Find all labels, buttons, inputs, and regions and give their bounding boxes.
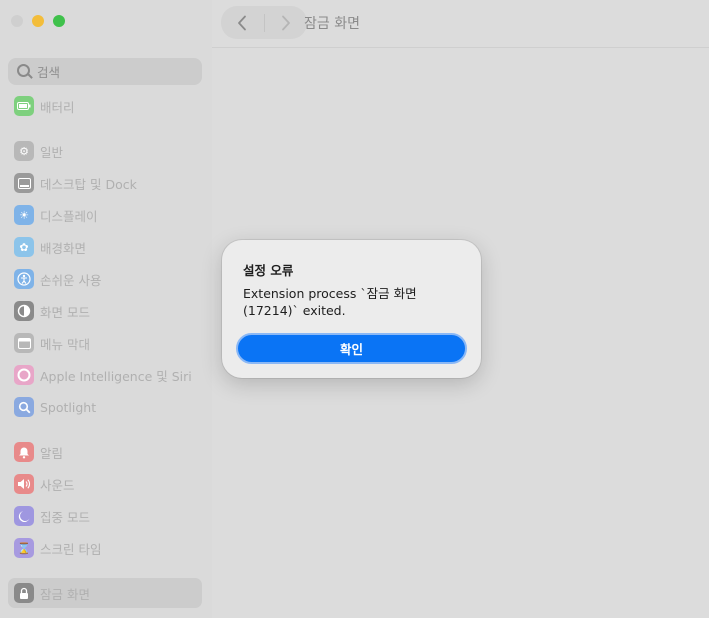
back-button[interactable] — [221, 6, 264, 39]
sidebar-item-label: Spotlight — [40, 399, 97, 415]
toolbar: 잠금 화면 — [212, 0, 709, 48]
siri-icon — [14, 365, 34, 385]
hourglass-icon: ⌛ — [14, 538, 34, 558]
sidebar-item-label: 메뉴 막대 — [40, 336, 90, 352]
sidebar-item-lock-screen[interactable]: 잠금 화면 — [8, 578, 202, 608]
confirm-button[interactable]: 확인 — [236, 333, 467, 364]
window-controls — [11, 15, 65, 27]
lock-icon — [14, 583, 34, 603]
sidebar: 검색 배터리 ⚙ 일반 데스크탑 및 Dock ☀ 디스플레이 ✿ 배경화면 손… — [0, 0, 212, 618]
sidebar-item-menubar[interactable]: 메뉴 막대 — [8, 328, 202, 358]
sidebar-item-label: 배경화면 — [40, 240, 87, 256]
search-icon — [14, 62, 34, 82]
navigation-buttons — [221, 6, 307, 39]
sidebar-item-general[interactable]: ⚙ 일반 — [8, 136, 202, 166]
gear-icon: ⚙ — [14, 141, 34, 161]
dock-icon — [14, 173, 34, 193]
zoom-button[interactable] — [53, 15, 65, 27]
sidebar-item-label: 화면 모드 — [40, 304, 90, 320]
sidebar-item-notifications[interactable]: 알림 — [8, 437, 202, 467]
accessibility-icon — [14, 269, 34, 289]
chevron-right-icon — [281, 15, 290, 30]
settings-window: 검색 배터리 ⚙ 일반 데스크탑 및 Dock ☀ 디스플레이 ✿ 배경화면 손… — [0, 0, 709, 618]
sidebar-item-label: 디스플레이 — [40, 208, 98, 224]
sun-icon: ☀ — [14, 205, 34, 225]
sidebar-item-label: Apple Intelligence 및 Siri — [40, 368, 192, 384]
search-field[interactable]: 검색 — [8, 58, 202, 85]
sidebar-item-wallpaper[interactable]: ✿ 배경화면 — [8, 232, 202, 262]
sidebar-item-label: 잠금 화면 — [40, 586, 90, 602]
sidebar-item-appearance[interactable]: 화면 모드 — [8, 296, 202, 326]
speaker-icon — [14, 474, 34, 494]
sidebar-item-focus[interactable]: 집중 모드 — [8, 501, 202, 531]
sidebar-item-label: 일반 — [40, 144, 64, 160]
chevron-left-icon — [238, 15, 247, 30]
page-title: 잠금 화면 — [304, 16, 360, 32]
close-button[interactable] — [11, 15, 23, 27]
sidebar-item-label: 알림 — [40, 445, 64, 461]
sidebar-item-accessibility[interactable]: 손쉬운 사용 — [8, 264, 202, 294]
search-input[interactable]: 검색 — [37, 62, 60, 81]
wallpaper-icon: ✿ — [14, 237, 34, 257]
sidebar-item-label: 데스크탑 및 Dock — [40, 176, 137, 192]
sidebar-item-displays[interactable]: ☀ 디스플레이 — [8, 200, 202, 230]
appearance-icon — [14, 301, 34, 321]
sidebar-item-label: 손쉬운 사용 — [40, 272, 102, 288]
battery-icon — [14, 96, 34, 116]
sidebar-item-apple-intelligence-siri[interactable]: Apple Intelligence 및 Siri — [8, 360, 202, 390]
sidebar-item-label: 배터리 — [40, 99, 75, 115]
sidebar-item-desktop-dock[interactable]: 데스크탑 및 Dock — [8, 168, 202, 198]
sidebar-item-battery[interactable]: 배터리 — [8, 91, 202, 121]
bell-icon — [14, 442, 34, 462]
sidebar-item-label: 집중 모드 — [40, 509, 90, 525]
forward-button[interactable] — [264, 6, 307, 39]
sidebar-item-spotlight[interactable]: Spotlight — [8, 392, 202, 422]
sidebar-item-label: 사운드 — [40, 477, 75, 493]
sidebar-item-sound[interactable]: 사운드 — [8, 469, 202, 499]
minimize-button[interactable] — [32, 15, 44, 27]
spotlight-icon — [14, 397, 34, 417]
sidebar-item-screen-time[interactable]: ⌛ 스크린 타임 — [8, 533, 202, 563]
dialog-message: Extension process `잠금 화면 (17214)` exited… — [243, 286, 417, 318]
sidebar-item-label: 스크린 타임 — [40, 541, 102, 557]
dialog-title: 설정 오류 — [243, 263, 294, 278]
menubar-icon — [14, 333, 34, 353]
moon-icon — [14, 506, 34, 526]
error-dialog: 설정 오류 Extension process `잠금 화면 (17214)` … — [222, 240, 481, 378]
